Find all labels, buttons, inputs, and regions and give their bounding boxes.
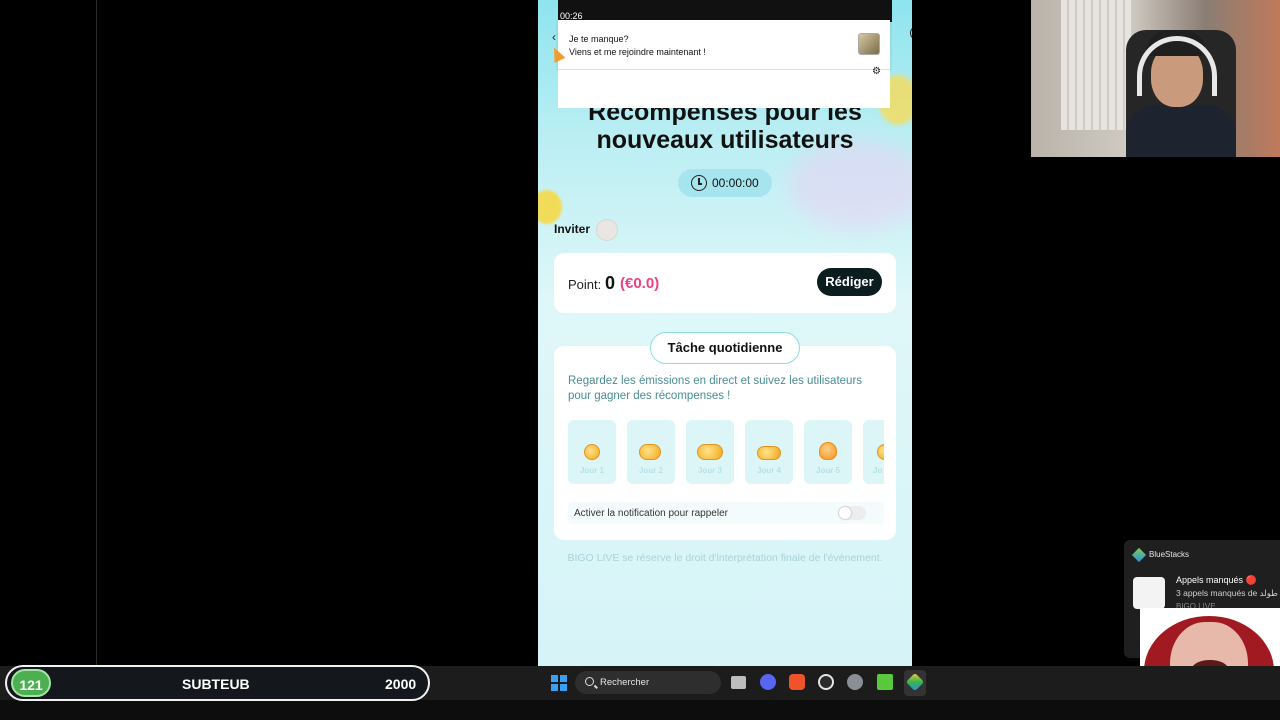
footer-note: BIGO LIVE se réserve le droit d'interpré… (567, 552, 883, 564)
day-card[interactable]: Jour 1 (568, 420, 616, 484)
obs-icon[interactable] (818, 674, 834, 690)
webcam-person-body (1126, 105, 1236, 157)
phone-screen: 00:26 ‹ Je te manque? Viens et me rejoin… (538, 0, 912, 666)
day-card[interactable]: Jour 4 (745, 420, 793, 484)
bluestacks-icon (1131, 547, 1147, 563)
headline-line2: nouveaux utilisateurs (596, 126, 854, 154)
score-overlay: 121 SUBTEUB 2000 (5, 665, 430, 701)
brave-icon[interactable] (789, 674, 805, 690)
score-badge: 121 (11, 669, 51, 697)
headline: Récompenses pour les nouveaux utilisateu… (538, 108, 912, 158)
status-bar: 00:26 (558, 0, 892, 22)
push-notification[interactable]: Je te manque? Viens et me rejoindre main… (558, 20, 890, 70)
search-placeholder: Rechercher (600, 677, 650, 688)
desktop: 00:26 ‹ Je te manque? Viens et me rejoin… (0, 0, 1280, 720)
points-card: Point: 0 (€0.0) Rédiger (554, 253, 896, 313)
day-card[interactable]: Jo (863, 420, 884, 484)
taskbar-bottom (0, 700, 1280, 720)
score-name: SUBTEUB (182, 676, 250, 692)
toast-body: 3 appels manqués de طولد (1176, 588, 1278, 598)
notification-body: Viens et me rejoindre maintenant ! (569, 47, 706, 57)
notification-reminder-row: Activer la notification pour rappeler (568, 502, 884, 524)
headline-line1: Récompenses pour les (588, 108, 862, 126)
back-icon[interactable]: ‹ (552, 30, 556, 44)
day-card[interactable]: Jour 5 (804, 420, 852, 484)
windows-start-icon[interactable] (551, 675, 567, 691)
redeem-button[interactable]: Rédiger (817, 268, 882, 296)
clock-icon (691, 175, 707, 191)
timer-value: 00:00:00 (712, 176, 759, 190)
webcam-background (1061, 0, 1131, 130)
day-label: Jour 3 (697, 466, 722, 475)
day-card[interactable]: Jour 3 (686, 420, 734, 484)
coin-icon (584, 444, 600, 460)
day-card[interactable]: Jour 2 (627, 420, 675, 484)
daily-task-card: Regardez les émissions en direct et suiv… (554, 346, 896, 540)
invite-avatar[interactable] (596, 219, 618, 241)
notification-avatar (858, 33, 880, 55)
day-label: Jour 5 (815, 466, 840, 475)
task-description: Regardez les émissions en direct et suiv… (568, 375, 863, 402)
close-icon[interactable] (910, 26, 912, 40)
taskbar-search[interactable]: Rechercher (575, 671, 721, 694)
day-rewards: Jour 1 Jour 2 Jour 3 Jour 4 Jour 5 Jo (568, 420, 884, 486)
app-icon[interactable] (877, 674, 893, 690)
gear-icon[interactable]: ⚙ (872, 66, 881, 77)
notification-title: Je te manque? (569, 34, 629, 44)
toast-avatar (1133, 577, 1165, 609)
points-label: Point: (568, 277, 602, 292)
decor-coin (538, 190, 562, 224)
day-label: Jo (873, 466, 883, 475)
toast-app-name: BlueStacks (1149, 550, 1190, 559)
task-view-icon[interactable] (731, 676, 746, 689)
notify-toggle[interactable] (838, 506, 866, 520)
divider (96, 0, 97, 668)
points-euro-value: (€0.0) (620, 275, 660, 292)
coin-icon (877, 444, 884, 460)
webcam-overlay (1031, 0, 1280, 157)
score-value: 2000 (385, 676, 417, 692)
day-label: Jour 2 (638, 466, 663, 475)
coins-icon (639, 444, 661, 460)
coin-bag-icon (819, 442, 837, 460)
invite-label[interactable]: Inviter (554, 222, 590, 236)
coin-stack-icon (757, 446, 781, 460)
daily-task-title: Tâche quotidienne (650, 332, 800, 364)
coins-icon (697, 444, 723, 460)
day-label: Jour 4 (756, 466, 781, 475)
search-icon (585, 677, 594, 686)
notification-overlay (558, 70, 890, 108)
notify-label: Activer la notification pour rappeler (574, 508, 728, 519)
day-label: Jour 1 (579, 466, 604, 475)
settings-icon[interactable] (847, 674, 863, 690)
points-value: 0 (605, 273, 616, 293)
discord-icon[interactable] (760, 674, 776, 690)
countdown-timer: 00:00:00 (678, 169, 772, 197)
toast-title: Appels manqués 🔴 (1176, 575, 1257, 585)
